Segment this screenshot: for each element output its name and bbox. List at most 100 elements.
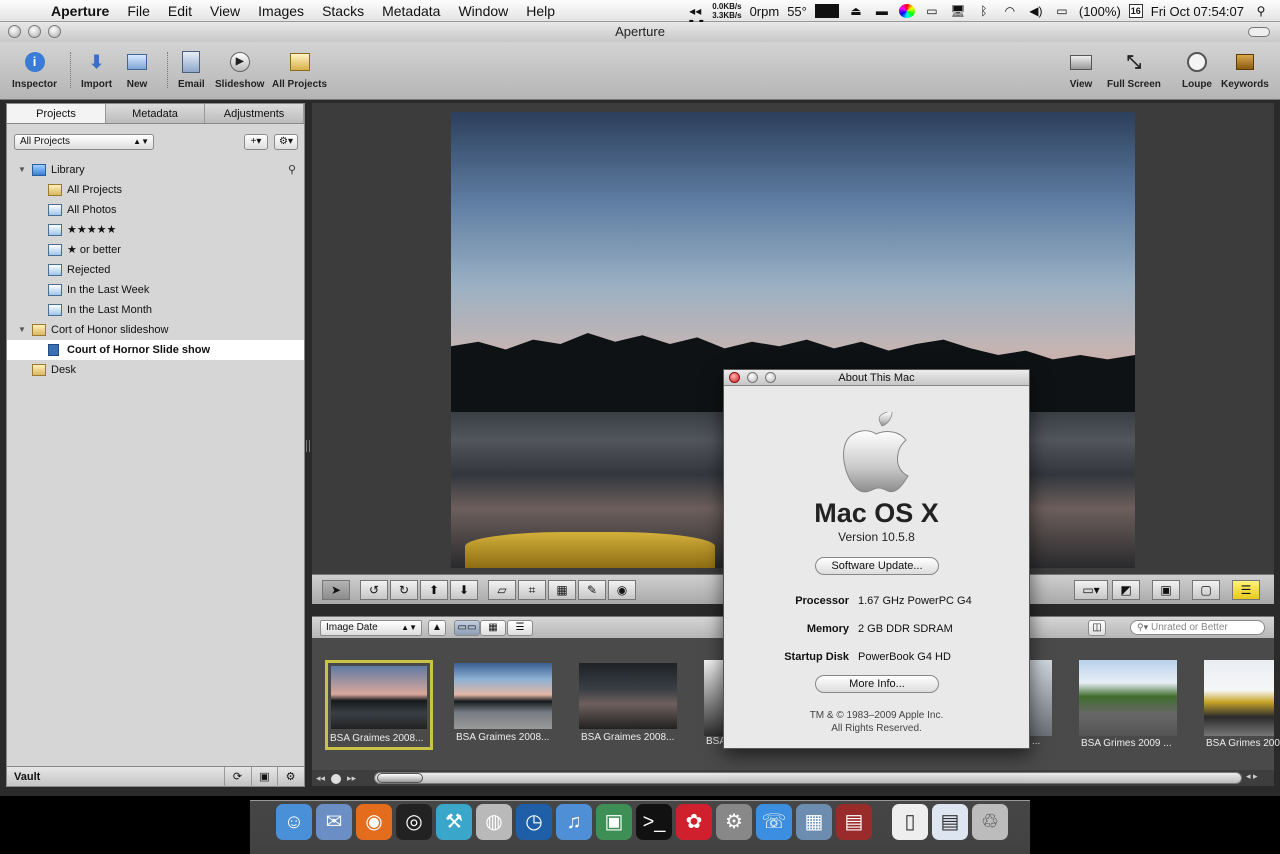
display-mode-button[interactable]: ▭▾ (1074, 580, 1108, 600)
disclosure-triangle-icon[interactable]: ▼ (17, 160, 27, 180)
brush-tool[interactable]: ✎ (578, 580, 606, 600)
tab-projects[interactable]: Projects (7, 104, 106, 123)
search-field[interactable]: ⚲▾ Unrated or Better (1130, 620, 1265, 635)
iphoto-dock-icon[interactable]: ▦ (796, 804, 832, 840)
itunes-controls-icon[interactable]: ◂◂ ❚❚ ▸▸ (686, 4, 706, 46)
tree-item[interactable]: Court of Hornor Slide show (7, 340, 304, 360)
compare-button[interactable]: ◩ (1112, 580, 1140, 600)
scrollbar-thumb[interactable] (377, 773, 423, 783)
thumbnail-2[interactable]: BSA Graimes 2008... (454, 660, 554, 746)
spot-patch-tool[interactable]: ▦ (548, 580, 576, 600)
thumbnail-7[interactable]: BSA Grimes 200 (1204, 660, 1280, 750)
select-tool[interactable]: ➤ (322, 580, 350, 600)
thumbnail-6[interactable]: BSA Grimes 2009 ... (1079, 660, 1179, 750)
zoom-slider[interactable]: ◂◂ ▸▸ (316, 772, 368, 784)
disclosure-triangle-icon[interactable]: ▼ (17, 320, 27, 340)
filmstrip-view-button[interactable]: ▭▭ (454, 620, 480, 636)
display-icon[interactable]: ▬ (873, 4, 891, 18)
thumbnail-3[interactable]: BSA Graimes 2008... (579, 660, 679, 746)
trash-dock-icon[interactable]: ♲ (972, 804, 1008, 840)
stamp-tool[interactable]: ⬇ (450, 580, 478, 600)
system-preferences-dock-icon[interactable]: ⚙ (716, 804, 752, 840)
grid-view-button[interactable]: ▦ (480, 620, 506, 636)
vault-add-button[interactable]: ▣ (251, 767, 277, 787)
calendar-icon[interactable]: 16 (1128, 4, 1143, 18)
flower-app-dock-icon[interactable]: ✿ (676, 804, 712, 840)
straighten-tool[interactable]: ▱ (488, 580, 516, 600)
slideshow-button[interactable]: ▶ Slideshow (215, 50, 264, 90)
toolbar-toggle-button[interactable] (1248, 27, 1270, 37)
project-filter-popup[interactable]: All Projects ▲▼ (14, 134, 154, 150)
query-hud-button[interactable]: ◫ (1088, 620, 1106, 636)
vault-update-button[interactable]: ⟳ (224, 767, 250, 787)
new-button[interactable]: New (124, 50, 150, 90)
dialog-zoom-button[interactable] (765, 372, 776, 383)
menu-file[interactable]: File (118, 3, 159, 19)
tree-item[interactable]: All Projects (7, 180, 304, 200)
tree-item[interactable]: Desk (7, 360, 304, 380)
tree-item[interactable]: ★ or better (7, 240, 304, 260)
menu-window[interactable]: Window (449, 3, 517, 19)
tree-item[interactable]: In the Last Week (7, 280, 304, 300)
horizontal-scrollbar[interactable] (374, 772, 1242, 784)
more-info-button[interactable]: More Info... (815, 675, 939, 693)
spotlight-icon[interactable]: ⚲ (1252, 4, 1270, 18)
slider-knob[interactable] (331, 773, 342, 784)
wifi-icon[interactable]: ◠ (1001, 4, 1019, 18)
menu-edit[interactable]: Edit (159, 3, 201, 19)
red-eye-tool[interactable]: ◉ (608, 580, 636, 600)
lift-tool[interactable]: ⬆ (420, 580, 448, 600)
battery-icon[interactable]: ▭ (1053, 4, 1071, 18)
browser-toggle-button[interactable]: ☰ (1232, 580, 1260, 600)
dialog-close-button[interactable] (729, 372, 740, 383)
scroll-arrows[interactable]: ◂ ▸ (1246, 771, 1258, 782)
zoom-button[interactable] (48, 25, 61, 38)
itunes-dock-icon[interactable]: ♫ (556, 804, 592, 840)
screen-icon[interactable]: ▭ (923, 4, 941, 18)
all-projects-button[interactable]: All Projects (272, 50, 327, 90)
disk-utility-dock-icon[interactable]: ◍ (476, 804, 512, 840)
action-menu-button[interactable]: ⚙▾ (274, 134, 298, 150)
crop-tool[interactable]: ⌗ (518, 580, 546, 600)
thumbnail-4[interactable]: BSA (704, 660, 726, 747)
document-dock-icon[interactable]: ▤ (932, 804, 968, 840)
sort-direction-button[interactable]: ▲ (428, 620, 446, 636)
keywords-button[interactable]: Keywords (1221, 50, 1269, 90)
inspector-button[interactable]: i Inspector (12, 50, 57, 90)
xcode-dock-icon[interactable]: ⚒ (436, 804, 472, 840)
list-view-button[interactable]: ☰ (507, 620, 533, 636)
bluetooth-icon[interactable]: ᛒ (975, 4, 993, 18)
textedit-dock-icon[interactable]: ▯ (892, 804, 928, 840)
menu-metadata[interactable]: Metadata (373, 3, 449, 19)
aperture-dock-icon[interactable]: ◎ (396, 804, 432, 840)
rotate-right-tool[interactable]: ↻ (390, 580, 418, 600)
firefox-dock-icon[interactable]: ◉ (356, 804, 392, 840)
close-button[interactable] (8, 25, 21, 38)
terminal-dock-icon[interactable]: >_ (636, 804, 672, 840)
menu-help[interactable]: Help (517, 3, 564, 19)
import-button[interactable]: ⬇ Import (81, 50, 112, 91)
loupe-button[interactable]: Loupe (1182, 50, 1212, 90)
panel-splitter-handle[interactable] (306, 440, 310, 452)
cpu-graph-icon[interactable] (814, 4, 839, 18)
tab-metadata[interactable]: Metadata (106, 104, 205, 123)
tree-item[interactable]: ▼ Cort of Honor slideshow (7, 320, 304, 340)
tree-item[interactable]: In the Last Month (7, 300, 304, 320)
menu-app-name[interactable]: Aperture (42, 3, 118, 19)
view-button[interactable]: View (1068, 50, 1094, 90)
preview-dock-icon[interactable]: ▣ (596, 804, 632, 840)
software-update-button[interactable]: Software Update... (815, 557, 939, 575)
tree-item[interactable]: ★★★★★ (7, 220, 304, 240)
dashboard-dock-icon[interactable]: ◷ (516, 804, 552, 840)
ichat-dock-icon[interactable]: ☏ (756, 804, 792, 840)
sort-popup[interactable]: Image Date ▲▼ (320, 620, 422, 636)
color-wheel-icon[interactable] (898, 4, 915, 18)
single-image-button[interactable]: ▢ (1192, 580, 1220, 600)
thumbnail-5[interactable]: ... (1030, 660, 1054, 747)
photo-booth-dock-icon[interactable]: ▤ (836, 804, 872, 840)
thumbnail-1[interactable]: BSA Graimes 2008... (325, 660, 433, 750)
menu-images[interactable]: Images (249, 3, 313, 19)
monitor-icon[interactable]: 🖥 (949, 4, 967, 18)
rotate-left-tool[interactable]: ↺ (360, 580, 388, 600)
add-button[interactable]: +▾ (244, 134, 268, 150)
